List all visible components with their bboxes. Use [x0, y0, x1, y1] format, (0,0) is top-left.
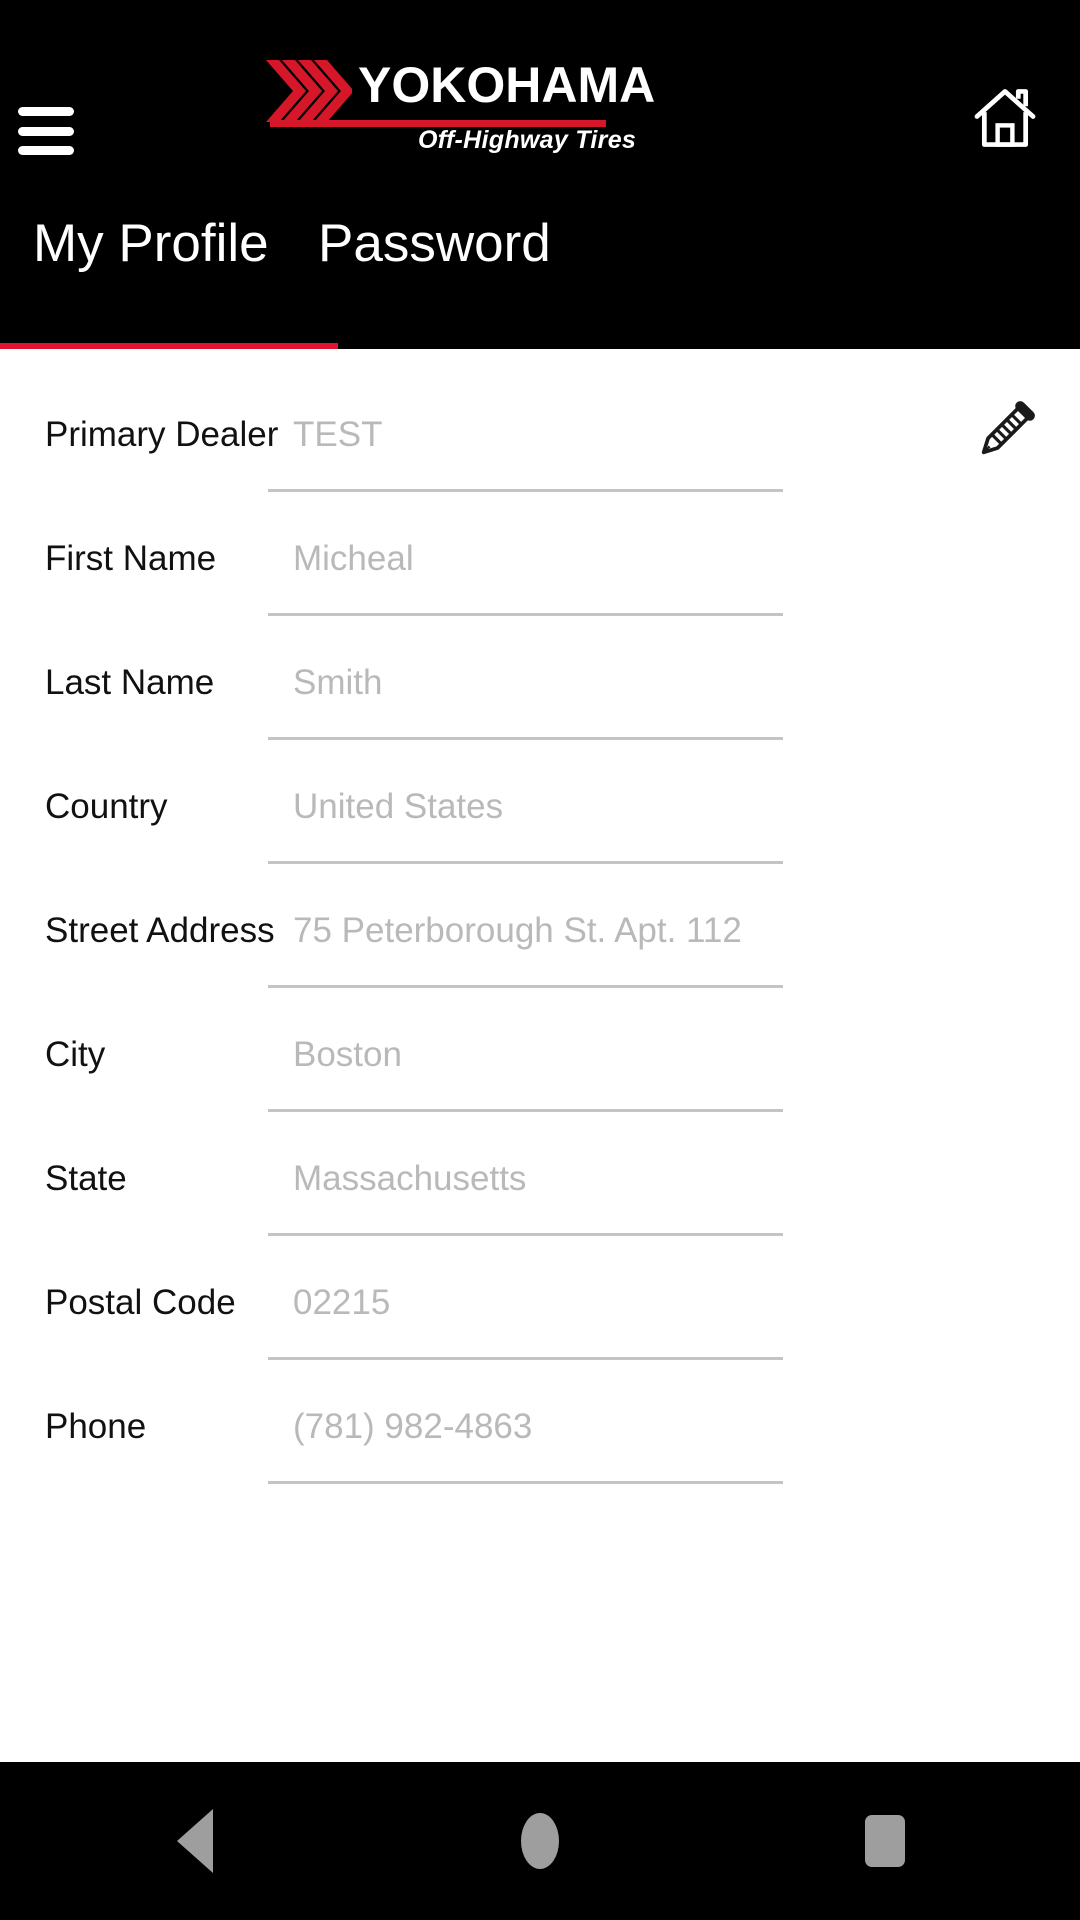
nav-recents-button[interactable]	[810, 1762, 960, 1920]
nav-back-button[interactable]	[120, 1762, 270, 1920]
hamburger-menu-icon[interactable]	[18, 107, 74, 155]
field-label: Street Address	[45, 911, 275, 950]
field-label: Primary Dealer	[45, 415, 279, 454]
field-value[interactable]: Massachusetts	[293, 1159, 526, 1199]
field-label: Country	[45, 787, 168, 826]
back-triangle-icon	[177, 1809, 213, 1873]
field-value[interactable]: Smith	[293, 663, 382, 703]
android-navigation-bar	[0, 1762, 1080, 1920]
form-row: First Name Micheal	[0, 495, 1080, 619]
form-row: Street Address 75 Peterborough St. Apt. 1…	[0, 867, 1080, 991]
home-icon[interactable]	[972, 87, 1038, 149]
hamburger-bar	[18, 146, 74, 155]
field-underline	[268, 1109, 783, 1112]
field-label: Last Name	[45, 663, 215, 702]
field-underline	[268, 489, 783, 492]
brand-logo: YOKOHAMA Off-Highway Tires	[266, 57, 655, 154]
form-row: Phone (781) 982-4863	[0, 1363, 1080, 1487]
profile-form: Primary Dealer TEST First Name Micheal Last …	[0, 349, 1080, 1762]
field-label: State	[45, 1159, 127, 1198]
field-underline	[268, 861, 783, 864]
hamburger-bar	[18, 107, 74, 116]
field-underline	[268, 613, 783, 616]
field-value[interactable]: TEST	[293, 415, 382, 455]
logo-tagline: Off-Highway Tires	[418, 126, 637, 154]
pencil-icon[interactable]	[975, 399, 1037, 461]
field-value[interactable]: Boston	[293, 1035, 402, 1075]
hamburger-bar	[18, 126, 74, 136]
field-value[interactable]: 75 Peterborough St. Apt. 112	[293, 911, 742, 951]
tab-bar: My Profile Password	[0, 177, 1080, 352]
form-row: Primary Dealer TEST	[0, 371, 1080, 495]
field-value[interactable]: 02215	[293, 1283, 390, 1323]
field-label: First Name	[45, 539, 217, 578]
logo-wordmark: YOKOHAMA	[358, 57, 656, 113]
app-header: YOKOHAMA Off-Highway Tires	[0, 0, 1080, 177]
field-label: City	[45, 1035, 106, 1074]
form-row: Last Name Smith	[0, 619, 1080, 743]
form-row: Country United States	[0, 743, 1080, 867]
form-row: State Massachusetts	[0, 1115, 1080, 1239]
field-label: Phone	[45, 1407, 147, 1446]
field-label: Postal Code	[45, 1283, 236, 1322]
form-row: Postal Code 02215	[0, 1239, 1080, 1363]
field-value[interactable]: United States	[293, 787, 503, 827]
field-underline	[268, 1481, 783, 1484]
field-underline	[268, 737, 783, 740]
field-underline	[268, 1233, 783, 1236]
tab-my-profile[interactable]: My Profile	[33, 199, 269, 289]
home-circle-icon	[521, 1813, 559, 1869]
field-value[interactable]: Micheal	[293, 539, 414, 579]
field-value[interactable]: (781) 982-4863	[293, 1407, 532, 1447]
tab-password[interactable]: Password	[318, 199, 551, 289]
field-underline	[268, 1357, 783, 1360]
nav-home-button[interactable]	[465, 1762, 615, 1920]
recents-square-icon	[865, 1815, 905, 1867]
field-underline	[268, 985, 783, 988]
yokohama-chevron-icon	[266, 60, 352, 122]
form-row: City Boston	[0, 991, 1080, 1115]
